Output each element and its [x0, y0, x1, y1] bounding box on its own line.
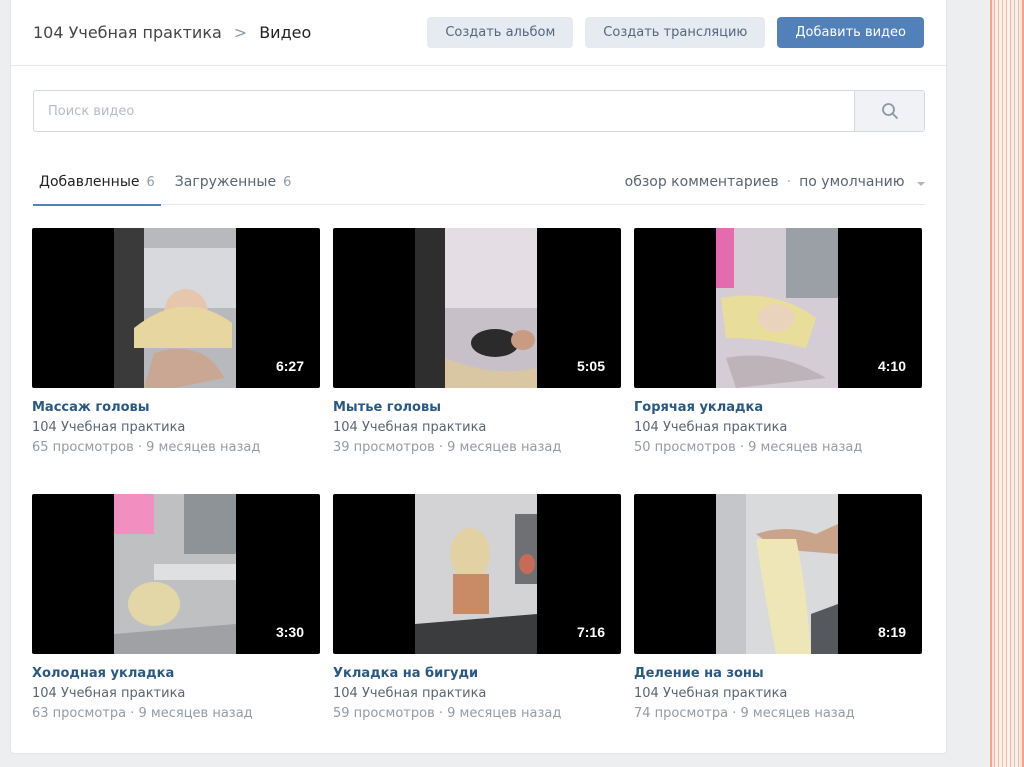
video-thumbnail[interactable]: 3:30	[32, 494, 320, 654]
video-title-link[interactable]: Деление на зоны	[634, 666, 922, 681]
video-meta-separator: ·	[137, 440, 143, 455]
tab-uploaded[interactable]: Загруженные 6	[169, 160, 298, 205]
video-thumbnail[interactable]: 4:10	[634, 228, 922, 388]
video-grid: 6:27 Массаж головы 104 Учебная практика …	[32, 228, 924, 760]
video-owner-link[interactable]: 104 Учебная практика	[333, 420, 621, 435]
tab-added[interactable]: Добавленные 6	[33, 160, 161, 206]
video-meta-separator: ·	[438, 440, 444, 455]
comments-overview-link[interactable]: обзор комментариев	[625, 174, 779, 190]
sort-dropdown[interactable]: по умолчанию	[799, 174, 925, 190]
video-meta: 59 просмотров · 9 месяцев назад	[333, 706, 621, 721]
video-thumbnail[interactable]: 7:16	[333, 494, 621, 654]
tabs-right-separator: ·	[786, 174, 792, 190]
video-duration: 7:16	[576, 624, 605, 640]
video-preview-image	[716, 494, 838, 654]
sort-dropdown-label: по умолчанию	[799, 174, 905, 190]
video-age: 9 месяцев назад	[447, 440, 562, 455]
video-views: 59 просмотров	[333, 706, 435, 721]
video-meta-separator: ·	[739, 440, 745, 455]
video-age: 9 месяцев назад	[740, 706, 855, 721]
video-owner-link[interactable]: 104 Учебная практика	[634, 420, 922, 435]
video-preview-image	[415, 494, 537, 654]
breadcrumb-separator: >	[233, 23, 248, 42]
video-age: 9 месяцев назад	[447, 706, 562, 721]
video-preview-image	[716, 228, 838, 388]
video-duration: 8:19	[877, 624, 906, 640]
video-duration: 5:05	[576, 358, 605, 374]
tab-added-label: Добавленные	[39, 174, 140, 190]
video-card: 5:05 Мытье головы 104 Учебная практика 3…	[333, 228, 621, 494]
video-meta: 63 просмотра · 9 месяцев назад	[32, 706, 320, 721]
video-card: 3:30 Холодная укладка 104 Учебная практи…	[32, 494, 320, 760]
video-duration: 3:30	[275, 624, 304, 640]
video-thumbnail[interactable]: 5:05	[333, 228, 621, 388]
video-preview-image	[415, 228, 537, 388]
video-owner-link[interactable]: 104 Учебная практика	[32, 686, 320, 701]
video-owner-link[interactable]: 104 Учебная практика	[333, 686, 621, 701]
video-thumbnail[interactable]: 8:19	[634, 494, 922, 654]
video-views: 50 просмотров	[634, 440, 736, 455]
video-meta: 39 просмотров · 9 месяцев назад	[333, 440, 621, 455]
video-meta-separator: ·	[130, 706, 135, 721]
video-meta: 65 просмотров · 9 месяцев назад	[32, 440, 320, 455]
video-title-link[interactable]: Укладка на бигуди	[333, 666, 621, 681]
create-album-button[interactable]: Создать альбом	[427, 17, 574, 48]
video-preview-image	[114, 494, 236, 654]
chevron-down-icon	[917, 182, 925, 186]
page-title: Видео	[259, 23, 312, 42]
page-header: 104 Учебная практика > Видео Создать аль…	[11, 0, 946, 66]
video-age: 9 месяцев назад	[748, 440, 863, 455]
search-button[interactable]	[854, 91, 924, 131]
search-bar	[33, 90, 925, 132]
breadcrumb: 104 Учебная практика > Видео	[33, 23, 415, 42]
tab-uploaded-label: Загруженные	[174, 174, 277, 190]
video-title-link[interactable]: Горячая укладка	[634, 400, 922, 415]
tab-uploaded-count: 6	[283, 174, 292, 190]
video-views: 74 просмотра	[634, 706, 729, 721]
video-card: 7:16 Укладка на бигуди 104 Учебная практ…	[333, 494, 621, 760]
video-duration: 6:27	[275, 358, 304, 374]
video-card: 6:27 Массаж головы 104 Учебная практика …	[32, 228, 320, 494]
video-meta: 74 просмотра · 9 месяцев назад	[634, 706, 922, 721]
video-meta-separator: ·	[438, 706, 444, 721]
breadcrumb-group-link[interactable]: 104 Учебная практика	[33, 23, 222, 42]
video-owner-link[interactable]: 104 Учебная практика	[634, 686, 922, 701]
create-stream-button[interactable]: Создать трансляцию	[585, 17, 766, 48]
video-card: 8:19 Деление на зоны 104 Учебная практик…	[634, 494, 922, 760]
video-views: 65 просмотров	[32, 440, 134, 455]
video-duration: 4:10	[877, 358, 906, 374]
video-views: 63 просмотра	[32, 706, 127, 721]
add-video-button[interactable]: Добавить видео	[777, 17, 924, 48]
video-thumbnail[interactable]: 6:27	[32, 228, 320, 388]
tabs-right-controls: обзор комментариев · по умолчанию	[625, 174, 925, 190]
video-preview-image	[114, 228, 236, 388]
video-meta-separator: ·	[732, 706, 737, 721]
video-views: 39 просмотров	[333, 440, 435, 455]
video-owner-link[interactable]: 104 Учебная практика	[32, 420, 320, 435]
tab-added-count: 6	[146, 174, 155, 190]
video-meta: 50 просмотров · 9 месяцев назад	[634, 440, 922, 455]
tabs-bar: Добавленные 6 Загруженные 6 обзор коммен…	[33, 160, 925, 206]
video-age: 9 месяцев назад	[138, 706, 253, 721]
search-input[interactable]	[34, 91, 854, 131]
search-icon	[881, 103, 898, 119]
video-title-link[interactable]: Холодная укладка	[32, 666, 320, 681]
video-title-link[interactable]: Мытье головы	[333, 400, 621, 415]
video-age: 9 месяцев назад	[146, 440, 261, 455]
video-title-link[interactable]: Массаж головы	[32, 400, 320, 415]
decorative-side-strip-inner	[994, 0, 1020, 767]
video-card: 4:10 Горячая укладка 104 Учебная практик…	[634, 228, 922, 494]
